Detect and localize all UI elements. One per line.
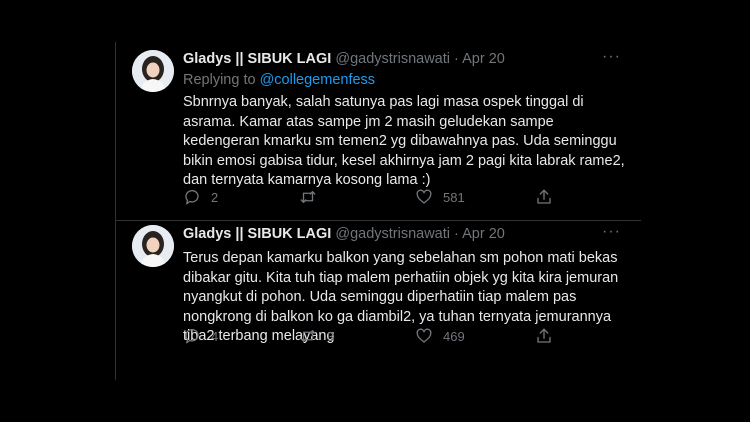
- avatar[interactable]: [132, 225, 174, 267]
- like-count: 469: [443, 328, 465, 344]
- reply-button[interactable]: 2: [183, 188, 218, 206]
- share-icon: [537, 328, 551, 343]
- retweet-button[interactable]: [299, 188, 327, 206]
- retweet-count: 3: [327, 328, 335, 344]
- tweet-actions: 4 3 469: [183, 327, 623, 347]
- tweet-actions: 2 581: [183, 188, 623, 208]
- display-name[interactable]: Gladys || SIBUK LAGI: [183, 51, 331, 67]
- tweet-date[interactable]: Apr 20: [462, 226, 505, 242]
- heart-icon: [416, 328, 432, 343]
- tweet-header: Gladys || SIBUK LAGI @gadystrisnawati · …: [183, 50, 505, 68]
- heart-icon: [416, 189, 432, 204]
- tweet[interactable]: Gladys || SIBUK LAGI @gadystrisnawati · …: [116, 42, 641, 221]
- tweet-thread: Gladys || SIBUK LAGI @gadystrisnawati · …: [115, 42, 641, 380]
- share-button[interactable]: [535, 327, 563, 345]
- avatar[interactable]: [132, 50, 174, 92]
- like-button[interactable]: 469: [415, 327, 465, 345]
- separator: ·: [454, 226, 459, 242]
- replying-prefix: Replying to: [183, 72, 260, 88]
- tweet-header: Gladys || SIBUK LAGI @gadystrisnawati · …: [183, 225, 505, 243]
- like-button[interactable]: 581: [415, 188, 465, 206]
- share-button[interactable]: [535, 188, 563, 206]
- reply-count: 4: [211, 328, 219, 344]
- share-icon: [537, 189, 551, 204]
- mention-link[interactable]: @collegemenfess: [260, 72, 375, 88]
- like-count: 581: [443, 189, 465, 205]
- reply-icon: [185, 329, 199, 344]
- more-horizontal-icon[interactable]: ···: [602, 49, 621, 65]
- reply-button[interactable]: 4: [183, 327, 218, 345]
- tweet-date[interactable]: Apr 20: [462, 51, 505, 67]
- retweet-button[interactable]: 3: [299, 327, 334, 345]
- retweet-icon: [300, 330, 316, 342]
- separator: ·: [454, 51, 459, 67]
- user-handle[interactable]: @gadystrisnawati: [335, 51, 450, 67]
- more-horizontal-icon[interactable]: ···: [602, 224, 621, 240]
- tweet-text: Sbnrnya banyak, salah satunya pas lagi m…: [183, 94, 625, 188]
- tweet[interactable]: Gladys || SIBUK LAGI @gadystrisnawati · …: [116, 221, 641, 380]
- reply-count: 2: [211, 189, 219, 205]
- replying-to: Replying to @collegemenfess: [183, 72, 375, 88]
- retweet-icon: [300, 191, 316, 203]
- reply-icon: [185, 190, 199, 205]
- display-name[interactable]: Gladys || SIBUK LAGI: [183, 226, 331, 242]
- user-handle[interactable]: @gadystrisnawati: [335, 226, 450, 242]
